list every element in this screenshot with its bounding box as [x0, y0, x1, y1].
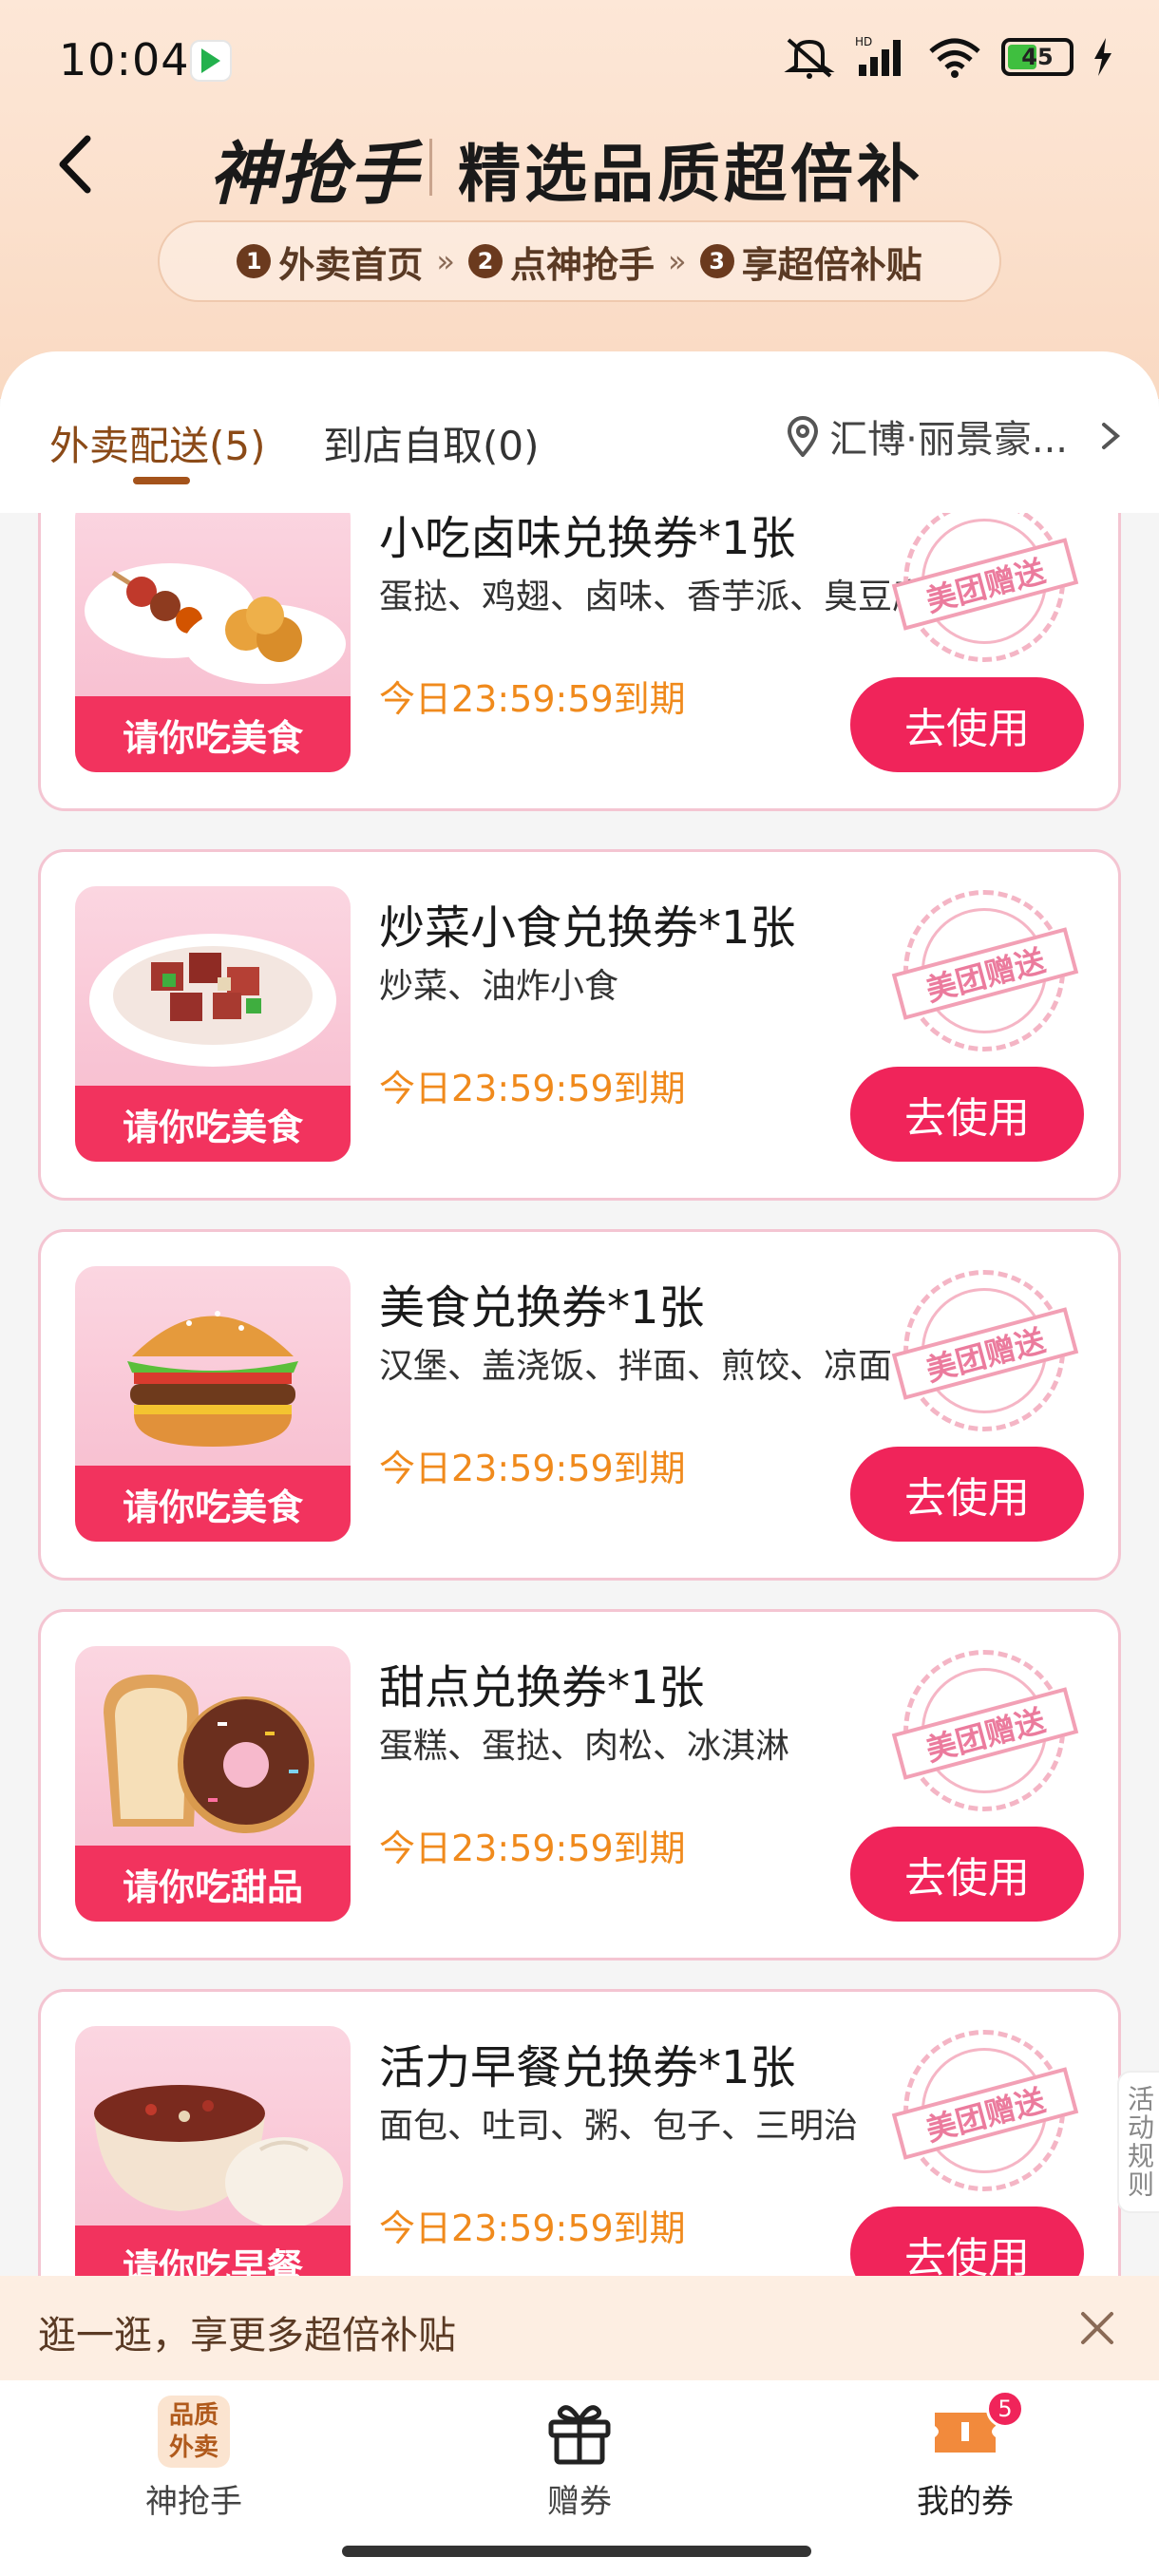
step-arrow: »	[668, 243, 687, 279]
home-indicator[interactable]	[342, 2546, 811, 2557]
nav-my-coupons[interactable]: 5 我的券	[842, 2390, 1089, 2522]
gift-stamp: 美团赠送	[891, 890, 1079, 1051]
coupon-image: 请你吃美食	[75, 1266, 351, 1542]
nav-label: 神抢手	[145, 2483, 242, 2521]
coupon-card: 请你吃美食 美食兑换券*1张 汉堡、盖浇饭、拌面、煎饺、凉面 美团赠送 今日23…	[38, 1229, 1121, 1581]
step-1: 1 外卖首页	[237, 236, 423, 288]
gift-icon	[548, 2405, 611, 2465]
use-coupon-button[interactable]: 去使用	[850, 1447, 1084, 1542]
tab-pickup[interactable]: 到店自取(0)	[323, 414, 540, 472]
status-icons: HD 45	[783, 34, 1113, 80]
battery-level: 45	[1021, 44, 1054, 70]
promo-text: 逛一逛，享更多超倍补贴	[38, 2314, 456, 2358]
stir-fry-icon	[89, 934, 336, 1067]
gift-stamp: 美团赠送	[891, 1270, 1079, 1431]
step-3: 3 享超倍补贴	[699, 236, 922, 288]
coupon-title: 小吃卤味兑换券*1张	[379, 513, 796, 565]
coupon-card: 请你吃甜品 甜点兑换券*1张 蛋糕、蛋挞、肉松、冰淇淋 美团赠送 今日23:59…	[38, 1609, 1121, 1960]
use-coupon-button[interactable]: 去使用	[850, 677, 1084, 772]
chevron-right-icon	[1102, 423, 1121, 449]
coupon-list: 请你吃美食 小吃卤味兑换券*1张 蛋挞、鸡翅、卤味、香芋派、臭豆腐 美团赠送 今…	[0, 513, 1159, 2276]
coupon-title: 美食兑换券*1张	[379, 1281, 705, 1335]
nav-gift-coupons[interactable]: 赠券	[456, 2396, 703, 2522]
coupon-band: 请你吃美食	[75, 1466, 351, 1542]
step-arrow: »	[436, 243, 455, 279]
coupon-band: 请你吃早餐	[75, 2226, 351, 2276]
gift-stamp: 美团赠送	[891, 513, 1079, 662]
svg-text:HD: HD	[855, 35, 872, 48]
step-2: 2 点神抢手	[467, 236, 655, 288]
coupon-desc: 面包、吐司、粥、包子、三明治	[379, 2107, 859, 2146]
tab-bar: 外卖配送(5) 到店自取(0) 汇博·丽景豪...	[0, 351, 1159, 513]
use-coupon-button[interactable]: 去使用	[850, 1067, 1084, 1162]
coupon-band: 请你吃美食	[75, 1086, 351, 1162]
coupon-band: 请你吃美食	[75, 696, 351, 772]
coupon-expiry: 今日23:59:59到期	[379, 1448, 686, 1489]
tab-delivery[interactable]: 外卖配送(5)	[49, 414, 266, 472]
location-text: 汇博·丽景豪...	[829, 418, 1068, 462]
coupon-count-badge: 5	[986, 2390, 1024, 2428]
coupon-image: 请你吃美食	[75, 886, 351, 1162]
activity-rules-tab[interactable]: 活动规则	[1117, 2071, 1159, 2213]
charging-icon	[1094, 38, 1112, 76]
gift-stamp: 美团赠送	[891, 2030, 1079, 2191]
coupon-image: 请你吃甜品	[75, 1646, 351, 1922]
coupon-expiry: 今日23:59:59到期	[379, 1068, 686, 1109]
brand-logo-text: 神抢手	[209, 134, 421, 214]
coupon-expiry: 今日23:59:59到期	[379, 2207, 686, 2249]
signal-icon: HD	[855, 35, 901, 76]
gift-stamp: 美团赠送	[891, 1650, 1079, 1811]
status-bar: 10:04 HD 45	[0, 0, 1159, 114]
battery-icon: 45	[1001, 38, 1074, 76]
coupon-card: 请你吃早餐 活力早餐兑换券*1张 面包、吐司、粥、包子、三明治 美团赠送 今日2…	[38, 1989, 1121, 2276]
coupon-image: 请你吃早餐	[75, 2026, 351, 2276]
steps-guide: 1 外卖首页 » 2 点神抢手 » 3 享超倍补贴	[158, 220, 1001, 302]
coupon-desc: 蛋糕、蛋挞、肉松、冰淇淋	[379, 1727, 790, 1766]
coupon-card: 请你吃美食 小吃卤味兑换券*1张 蛋挞、鸡翅、卤味、香芋派、臭豆腐 美团赠送 今…	[38, 513, 1121, 811]
coupon-image: 请你吃美食	[75, 513, 351, 772]
coupon-title: 炒菜小食兑换券*1张	[379, 901, 796, 955]
coupon-title: 活力早餐兑换券*1张	[379, 2041, 796, 2094]
coupon-expiry: 今日23:59:59到期	[379, 1828, 686, 1869]
back-arrow-icon[interactable]	[49, 131, 103, 198]
promo-banner[interactable]: 逛一逛，享更多超倍补贴	[0, 2276, 1159, 2380]
mute-icon	[784, 38, 835, 79]
close-icon[interactable]	[1074, 2304, 1121, 2352]
nav-shenqiangshou[interactable]: 品质 外卖 神抢手	[70, 2396, 317, 2522]
status-time: 10:04	[59, 34, 190, 85]
coupon-band: 请你吃甜品	[75, 1846, 351, 1922]
nav-label: 赠券	[547, 2483, 612, 2521]
porridge-bun-icon	[94, 2085, 343, 2226]
coupon-title: 甜点兑换券*1张	[379, 1661, 705, 1714]
brand-divider	[429, 139, 432, 196]
coupon-desc: 蛋挞、鸡翅、卤味、香芋派、臭豆腐	[379, 578, 927, 616]
location-pin-icon	[788, 416, 819, 457]
coupon-card: 请你吃美食 炒菜小食兑换券*1张 炒菜、油炸小食 美团赠送 今日23:59:59…	[38, 849, 1121, 1201]
coupon-desc: 汉堡、盖浇饭、拌面、煎饺、凉面	[379, 1347, 893, 1386]
tab-underline	[133, 477, 190, 484]
location-selector[interactable]: 汇博·丽景豪...	[786, 408, 1125, 464]
nav-label: 我的券	[917, 2483, 1014, 2521]
quality-takeout-icon: 品质 外卖	[158, 2396, 230, 2468]
video-app-icon	[190, 40, 232, 82]
page-title: 精选品质超倍补	[458, 138, 923, 211]
burger-icon	[127, 1311, 298, 1447]
donut-bread-icon	[104, 1675, 314, 1833]
skewer-nugget-icon	[85, 563, 346, 684]
use-coupon-button[interactable]: 去使用	[850, 2207, 1084, 2276]
wifi-icon	[929, 38, 980, 78]
use-coupon-button[interactable]: 去使用	[850, 1827, 1084, 1922]
coupon-expiry: 今日23:59:59到期	[379, 678, 686, 720]
coupon-desc: 炒菜、油炸小食	[379, 967, 619, 1006]
